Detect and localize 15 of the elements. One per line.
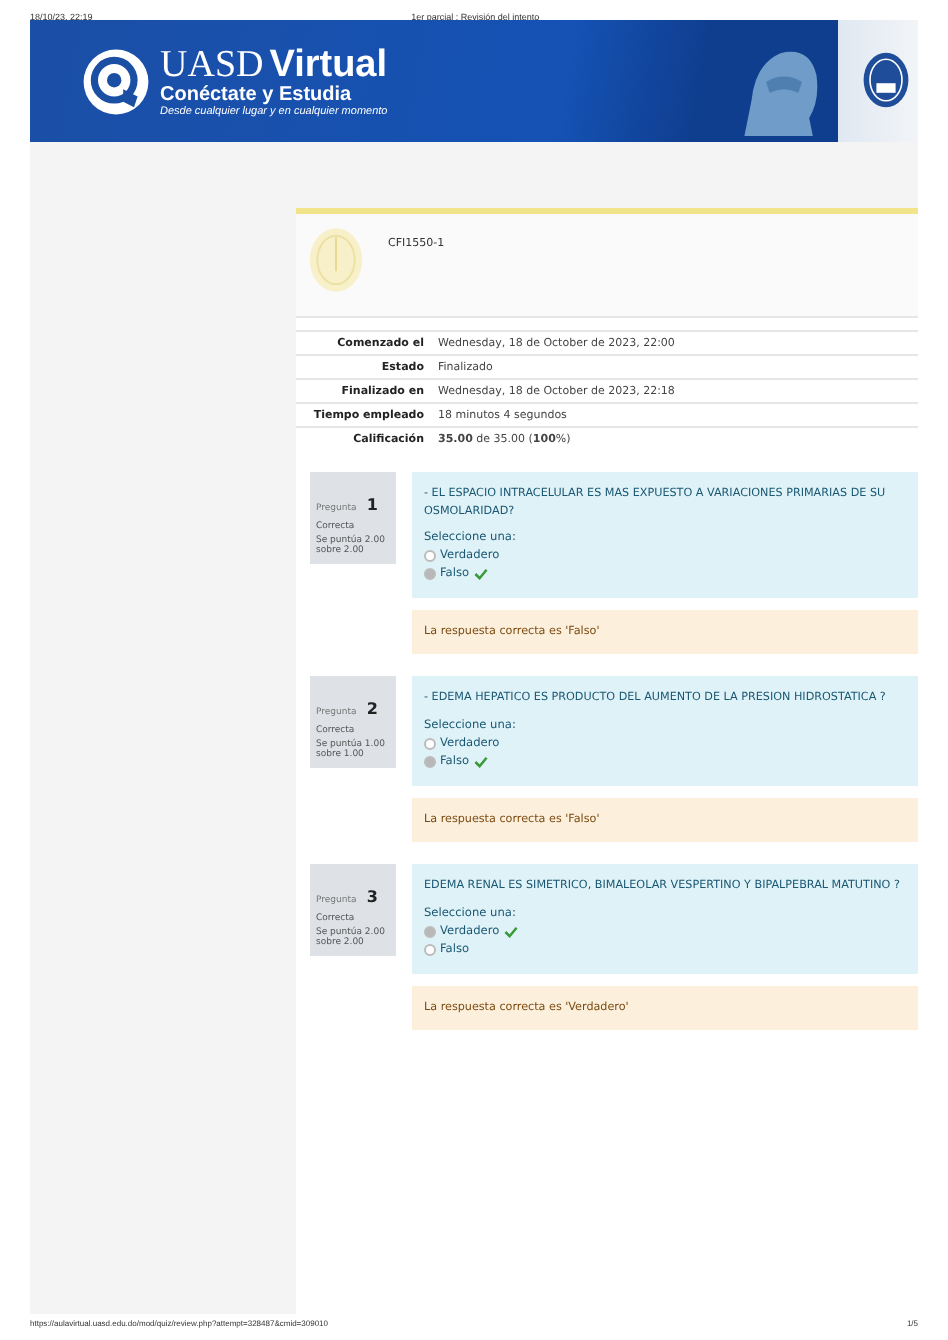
radio-button[interactable] (424, 925, 436, 938)
question-number: 2 (366, 700, 378, 719)
question-number: 1 (366, 496, 378, 514)
radio-button[interactable] (424, 737, 436, 750)
radio-button[interactable] (424, 568, 436, 581)
seal-icon (862, 50, 910, 110)
question-number: 3 (366, 887, 378, 906)
brand-name: UASD (160, 45, 264, 83)
logo-icon (80, 45, 152, 117)
radio-button[interactable] (424, 943, 436, 956)
radio-button[interactable] (424, 755, 436, 768)
radio-button[interactable] (424, 550, 436, 563)
brand-name: Virtual (269, 45, 388, 83)
seal-icon (308, 226, 364, 294)
slogan: Conéctate y Estudia (160, 83, 354, 105)
